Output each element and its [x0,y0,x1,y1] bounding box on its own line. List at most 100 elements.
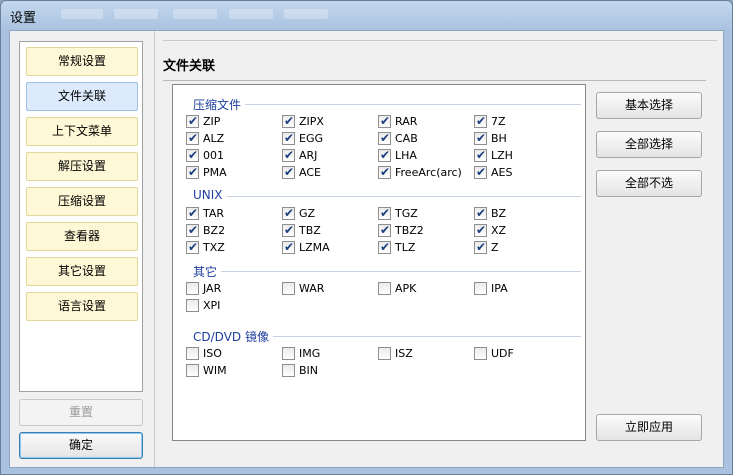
checkbox-checked-icon[interactable]: ✔ [282,131,295,145]
ext-label: ALZ [203,132,225,145]
ext-label: IPA [491,282,508,295]
apply-now-button[interactable]: 立即应用 [596,414,702,441]
checkbox-unchecked-icon[interactable] [378,282,391,295]
checkbox-checked-icon[interactable]: ✔ [474,223,487,237]
title-rule [163,80,706,81]
checkmark-icon: ✔ [284,114,295,128]
checkbox-checked-icon[interactable]: ✔ [378,148,391,162]
checkbox-unchecked-icon[interactable] [474,282,487,295]
title-ghost-3 [173,9,217,19]
checkmark-icon: ✔ [188,206,199,220]
checkbox-unchecked-icon[interactable] [282,364,295,377]
checkbox-checked-icon[interactable]: ✔ [378,114,391,128]
checkbox-checked-icon[interactable]: ✔ [378,206,391,220]
ext-label: ACE [299,166,321,179]
checkbox-checked-icon[interactable]: ✔ [186,114,199,128]
checkbox-checked-icon[interactable]: ✔ [282,240,295,254]
group-divider [193,271,581,272]
reset-button[interactable]: 重置 [19,399,143,426]
ext-label: ISZ [395,347,413,360]
group-divider [193,196,581,197]
sidebar-item-language[interactable]: 语言设置 [26,292,138,321]
ext-label: ARJ [299,149,318,162]
checkbox-checked-icon[interactable]: ✔ [378,240,391,254]
checkmark-icon: ✔ [476,131,487,145]
checkmark-icon: ✔ [380,223,391,237]
checkbox-checked-icon[interactable]: ✔ [282,165,295,179]
checkbox-checked-icon[interactable]: ✔ [282,114,295,128]
title-bar[interactable]: 设置 [1,1,732,29]
checkmark-icon: ✔ [188,240,199,254]
checkbox-checked-icon[interactable]: ✔ [186,223,199,237]
sidebar-item-other[interactable]: 其它设置 [26,257,138,286]
sidebar-item-viewer[interactable]: 查看器 [26,222,138,251]
association-list[interactable]: 压缩文件 ✔ ZIP ✔ ZIPX ✔ RAR ✔ 7Z ✔ ALZ ✔ EGG ✔ CAB ✔ BH ✔ 001 ✔… [172,84,586,441]
checkbox-unchecked-icon[interactable] [186,282,199,295]
client-area: 常规设置 文件关联 上下文菜单 解压设置 压缩设置 查看器 其它设置 语言设置 … [9,30,724,468]
checkmark-icon: ✔ [188,114,199,128]
checkbox-checked-icon[interactable]: ✔ [186,131,199,145]
checkmark-icon: ✔ [476,165,487,179]
sidebar-item-context-menu[interactable]: 上下文菜单 [26,117,138,146]
ext-label: IMG [299,347,321,360]
ok-button[interactable]: 确定 [19,432,143,459]
checkbox-checked-icon[interactable]: ✔ [378,223,391,237]
ext-label: BZ [491,207,507,220]
panel-divider [154,31,155,467]
title-ghost-2 [114,9,158,19]
sidebar-item-extract[interactable]: 解压设置 [26,152,138,181]
checkbox-checked-icon[interactable]: ✔ [282,148,295,162]
top-rule [163,40,717,41]
checkmark-icon: ✔ [380,148,391,162]
checkbox-checked-icon[interactable]: ✔ [378,131,391,145]
checkbox-checked-icon[interactable]: ✔ [474,131,487,145]
checkbox-checked-icon[interactable]: ✔ [378,165,391,179]
checkbox-checked-icon[interactable]: ✔ [474,165,487,179]
checkbox-unchecked-icon[interactable] [282,282,295,295]
checkbox-checked-icon[interactable]: ✔ [282,223,295,237]
title-ghost-4 [229,9,273,19]
checkbox-checked-icon[interactable]: ✔ [186,240,199,254]
sidebar-item-file-association[interactable]: 文件关联 [26,82,138,111]
checkbox-unchecked-icon[interactable] [474,347,487,360]
page-title: 文件关联 [163,59,216,74]
checkmark-icon: ✔ [284,223,295,237]
checkbox-unchecked-icon[interactable] [186,364,199,377]
ext-label: BH [491,132,507,145]
select-all-button[interactable]: 全部选择 [596,131,702,158]
checkbox-checked-icon[interactable]: ✔ [282,206,295,220]
ext-label: PMA [203,166,227,179]
ext-label: APK [395,282,417,295]
checkmark-icon: ✔ [380,165,391,179]
checkbox-checked-icon[interactable]: ✔ [186,165,199,179]
sidebar-item-general[interactable]: 常规设置 [26,47,138,76]
checkbox-checked-icon[interactable]: ✔ [474,206,487,220]
ext-label: TAR [203,207,225,220]
checkbox-unchecked-icon[interactable] [186,347,199,360]
sidebar-nav: 常规设置 文件关联 上下文菜单 解压设置 压缩设置 查看器 其它设置 语言设置 [19,41,143,392]
title-ghost-5 [284,9,328,19]
checkbox-unchecked-icon[interactable] [378,347,391,360]
checkbox-unchecked-icon[interactable] [282,347,295,360]
checkbox-checked-icon[interactable]: ✔ [474,240,487,254]
sidebar-item-compress[interactable]: 压缩设置 [26,187,138,216]
ext-label: TBZ2 [395,224,424,237]
checkbox-checked-icon[interactable]: ✔ [186,148,199,162]
group-label: 压缩文件 [193,96,246,113]
checkmark-icon: ✔ [284,165,295,179]
ext-label: TLZ [395,241,416,254]
ext-label: TBZ [299,224,321,237]
select-none-button[interactable]: 全部不选 [596,170,702,197]
ext-label: LZH [491,149,513,162]
ext-label: UDF [491,347,514,360]
ext-label: JAR [203,282,222,295]
basic-select-button[interactable]: 基本选择 [596,92,702,119]
ext-label: ZIP [203,115,221,128]
checkmark-icon: ✔ [476,223,487,237]
checkbox-unchecked-icon[interactable] [186,299,199,312]
checkmark-icon: ✔ [476,206,487,220]
ext-label: TGZ [395,207,418,220]
checkbox-checked-icon[interactable]: ✔ [474,114,487,128]
checkbox-checked-icon[interactable]: ✔ [186,206,199,220]
checkbox-checked-icon[interactable]: ✔ [474,148,487,162]
